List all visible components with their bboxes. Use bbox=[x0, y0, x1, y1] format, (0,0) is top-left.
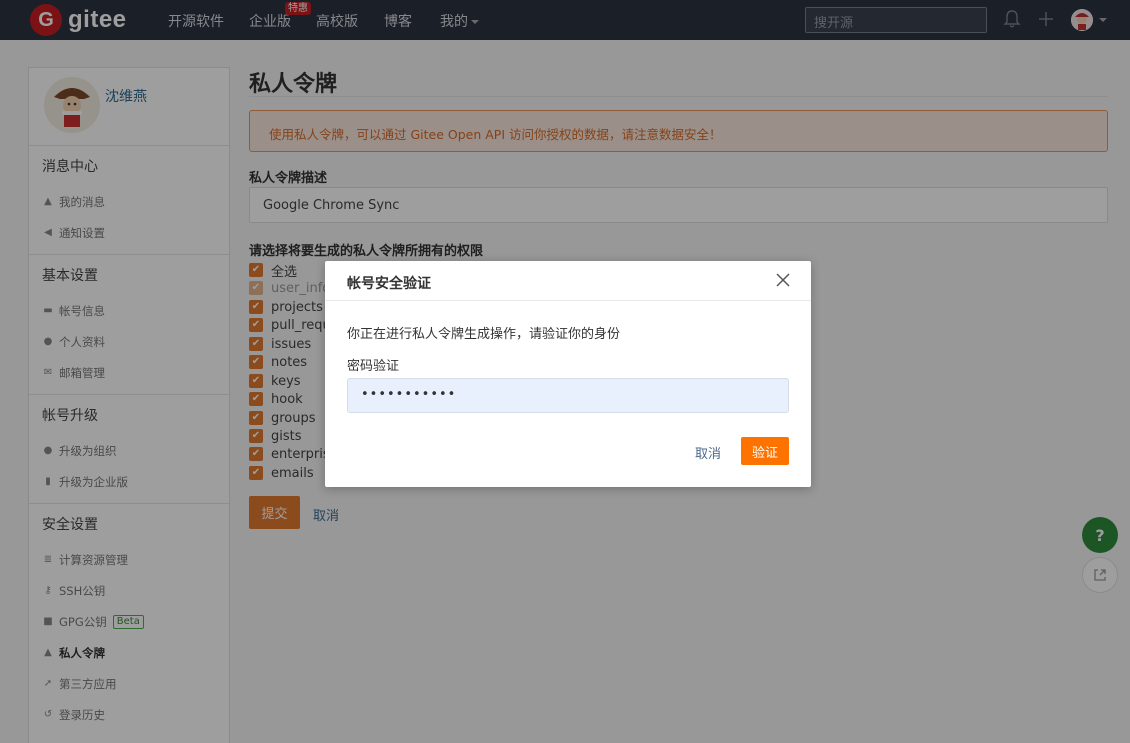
dialog-header: 帐号安全验证 bbox=[325, 261, 811, 301]
password-field[interactable]: ••••••••••• bbox=[347, 378, 789, 413]
close-icon[interactable] bbox=[775, 272, 791, 288]
dialog-title: 帐号安全验证 bbox=[347, 276, 431, 292]
dialog-cancel-button[interactable]: 取消 bbox=[695, 443, 721, 462]
verify-button[interactable]: 验证 bbox=[741, 437, 789, 465]
dialog-message: 你正在进行私人令牌生成操作，请验证你的身份 bbox=[347, 327, 621, 342]
security-verification-dialog: 帐号安全验证 你正在进行私人令牌生成操作，请验证你的身份 密码验证 ••••••… bbox=[325, 261, 811, 487]
password-label: 密码验证 bbox=[347, 359, 400, 374]
